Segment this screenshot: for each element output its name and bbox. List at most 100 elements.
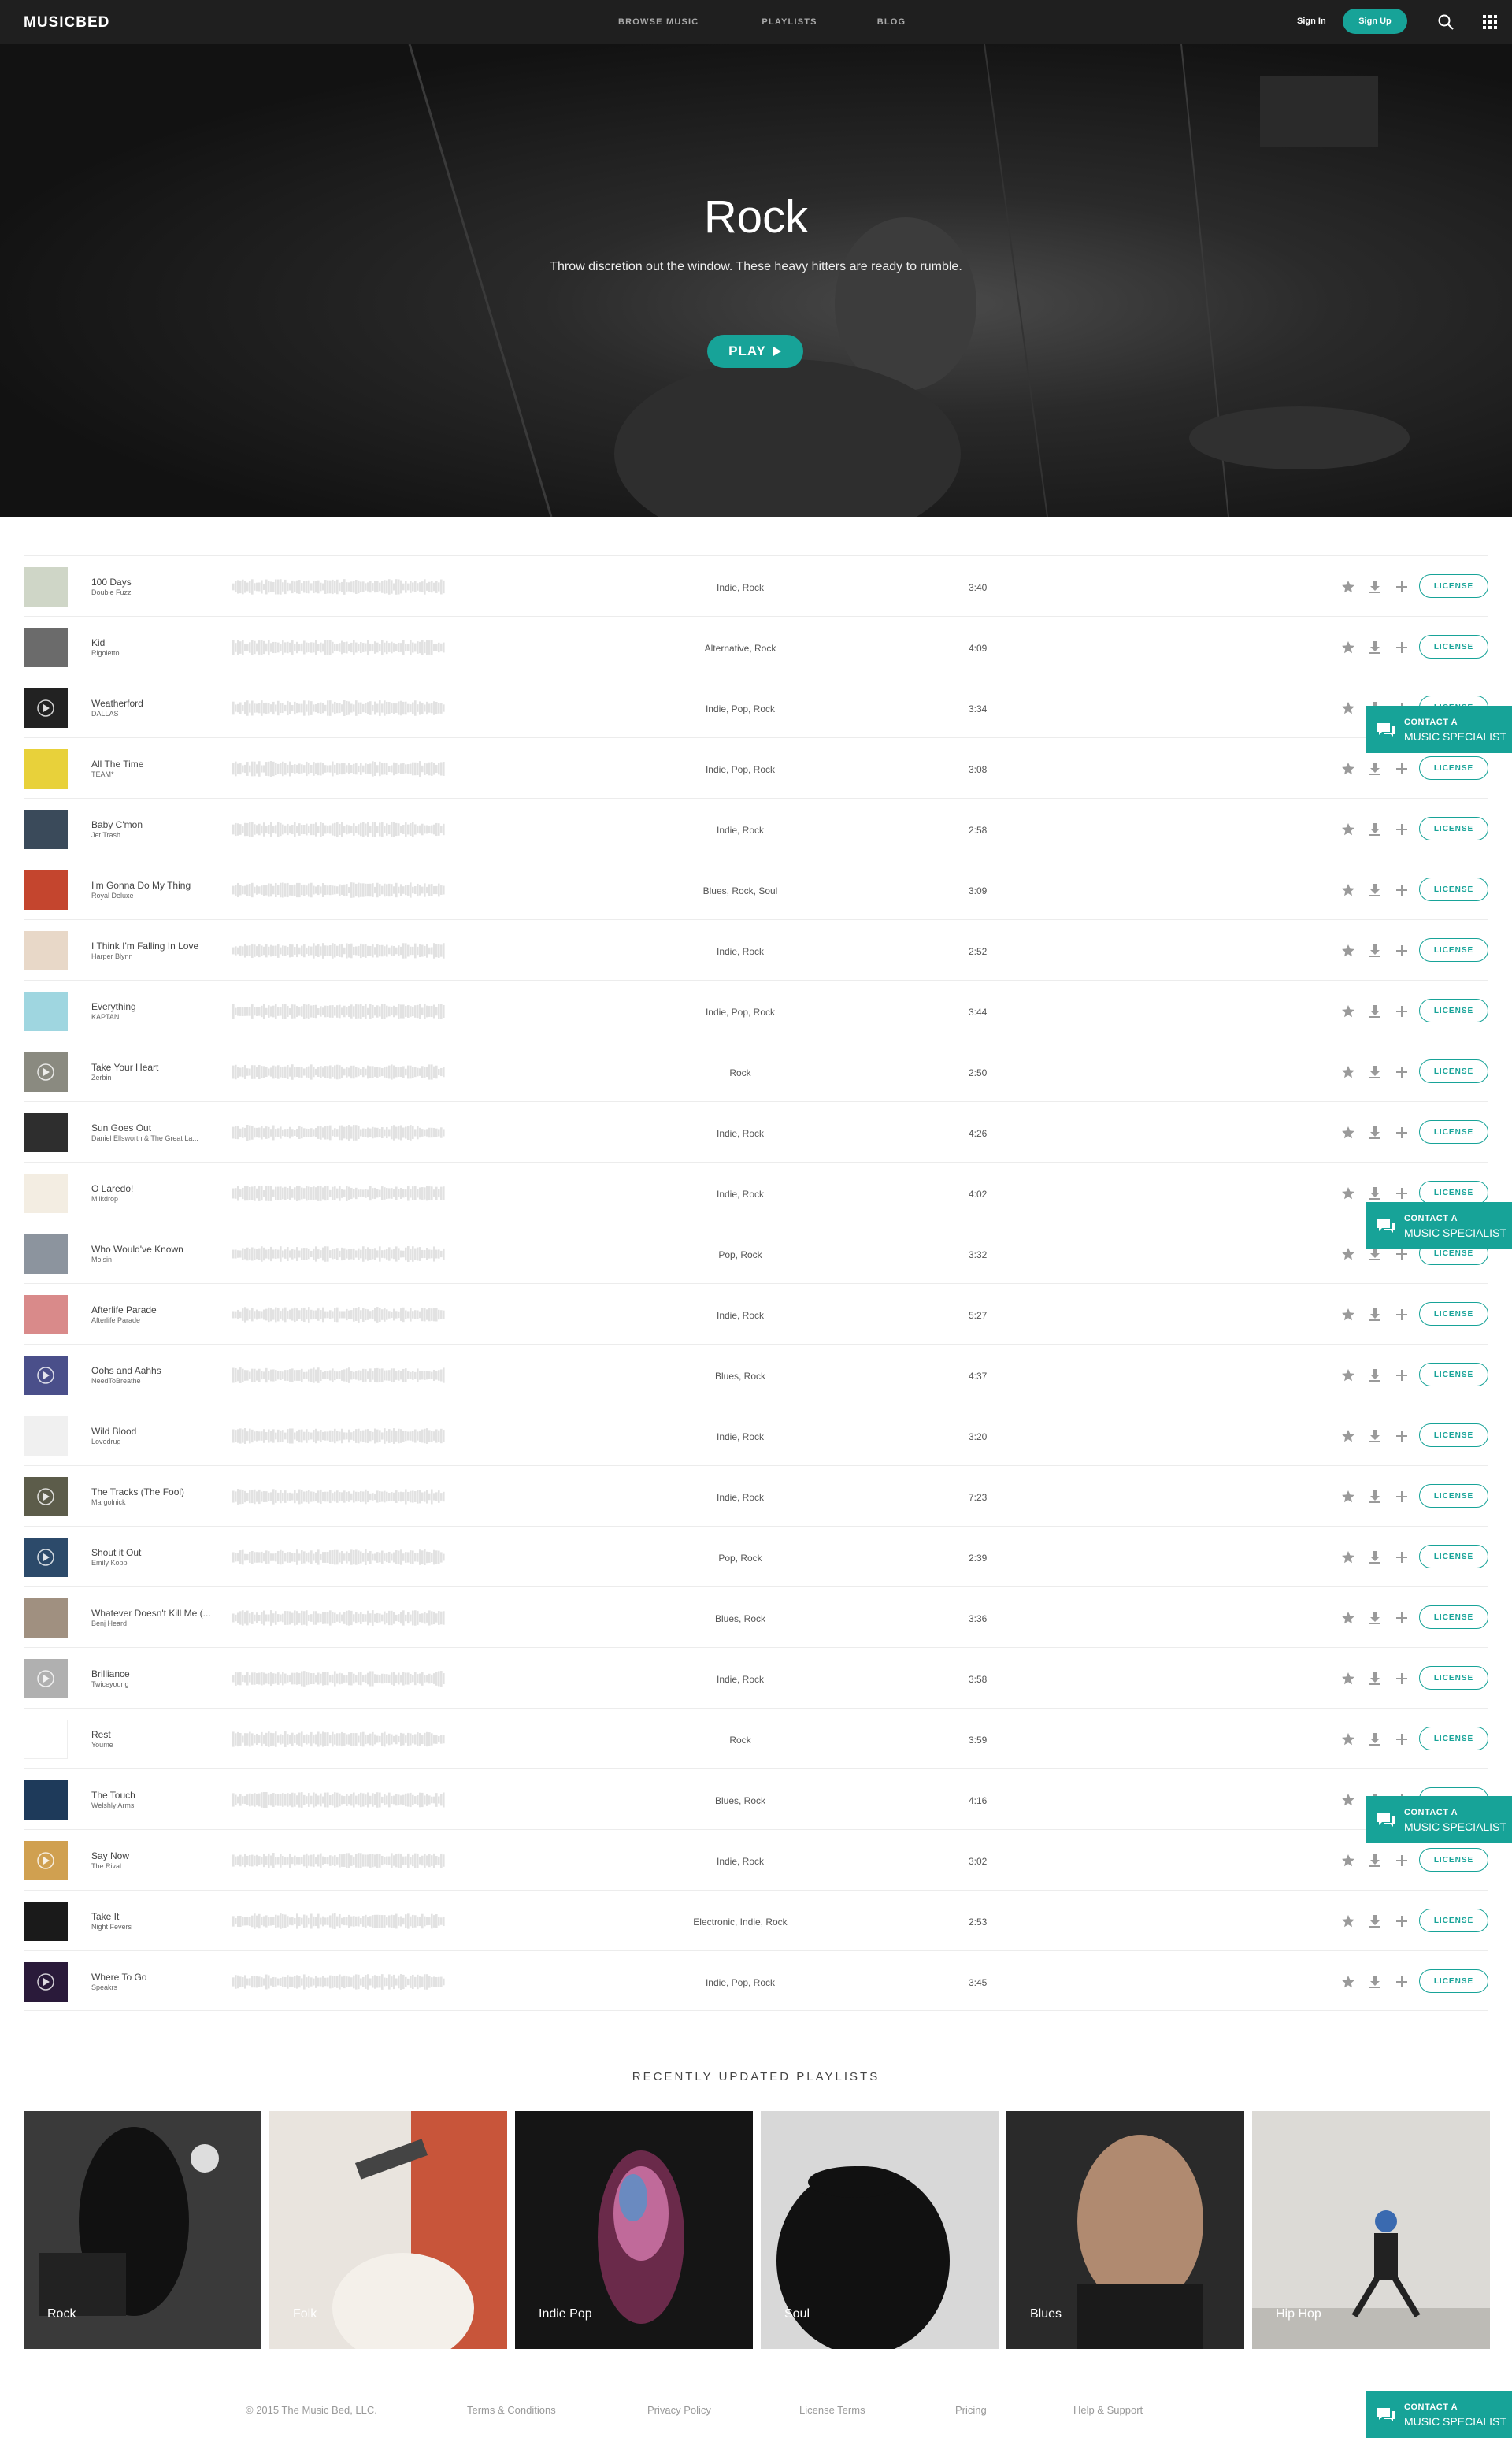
track-title[interactable]: All The Time	[91, 759, 249, 770]
track-row[interactable]: Sun Goes Out Daniel Ellsworth & The Grea…	[24, 1101, 1488, 1162]
nav-playlists[interactable]: PLAYLISTS	[762, 17, 817, 27]
nav-blog[interactable]: BLOG	[877, 17, 906, 27]
license-button[interactable]: LICENSE	[1419, 1666, 1488, 1690]
waveform[interactable]	[232, 1670, 445, 1687]
track-artist[interactable]: The Rival	[91, 1862, 249, 1870]
download-icon[interactable]	[1367, 1004, 1383, 1019]
waveform[interactable]	[232, 1488, 445, 1505]
contact-specialist-button[interactable]: CONTACT A MUSIC SPECIALIST	[1366, 706, 1512, 753]
waveform[interactable]	[232, 1852, 445, 1869]
waveform[interactable]	[232, 699, 445, 717]
track-artist[interactable]: Royal Deluxe	[91, 892, 249, 900]
track-title[interactable]: Everything	[91, 1001, 249, 1012]
track-title[interactable]: Kid	[91, 637, 249, 648]
add-icon[interactable]	[1394, 1367, 1410, 1383]
star-icon[interactable]	[1340, 1489, 1356, 1505]
add-icon[interactable]	[1394, 579, 1410, 595]
waveform[interactable]	[232, 1973, 445, 1991]
license-button[interactable]: LICENSE	[1419, 878, 1488, 901]
track-title[interactable]: Baby C'mon	[91, 819, 249, 830]
add-icon[interactable]	[1394, 1064, 1410, 1080]
waveform[interactable]	[232, 1124, 445, 1141]
waveform[interactable]	[232, 1245, 445, 1263]
download-icon[interactable]	[1367, 1671, 1383, 1687]
license-button[interactable]: LICENSE	[1419, 1120, 1488, 1144]
track-title[interactable]: The Touch	[91, 1790, 249, 1801]
album-art[interactable]	[24, 1113, 68, 1152]
play-all-button[interactable]: PLAY	[707, 335, 803, 368]
add-icon[interactable]	[1394, 1610, 1410, 1626]
contact-specialist-button[interactable]: CONTACT A MUSIC SPECIALIST	[1366, 1202, 1512, 1249]
star-icon[interactable]	[1340, 1671, 1356, 1687]
download-icon[interactable]	[1367, 640, 1383, 655]
add-icon[interactable]	[1394, 1004, 1410, 1019]
track-artist[interactable]: Moisin	[91, 1256, 249, 1264]
track-artist[interactable]: Welshly Arms	[91, 1802, 249, 1809]
track-artist[interactable]: Daniel Ellsworth & The Great La...	[91, 1134, 249, 1142]
track-row[interactable]: The Touch Welshly Arms Blues, Rock 4:16 …	[24, 1768, 1488, 1829]
license-button[interactable]: LICENSE	[1419, 938, 1488, 962]
star-icon[interactable]	[1340, 1186, 1356, 1201]
license-button[interactable]: LICENSE	[1419, 1848, 1488, 1872]
track-title[interactable]: The Tracks (The Fool)	[91, 1486, 249, 1497]
add-icon[interactable]	[1394, 640, 1410, 655]
track-artist[interactable]: Speakrs	[91, 1983, 249, 1991]
track-row[interactable]: Afterlife Parade Afterlife Parade Indie,…	[24, 1283, 1488, 1344]
album-art[interactable]	[24, 931, 68, 970]
playlist-card[interactable]: Blues	[1006, 2111, 1244, 2349]
waveform[interactable]	[232, 1367, 445, 1384]
star-icon[interactable]	[1340, 1913, 1356, 1929]
download-icon[interactable]	[1367, 882, 1383, 898]
track-title[interactable]: Say Now	[91, 1850, 249, 1861]
track-title[interactable]: Who Would've Known	[91, 1244, 249, 1255]
license-button[interactable]: LICENSE	[1419, 1181, 1488, 1204]
star-icon[interactable]	[1340, 1792, 1356, 1808]
star-icon[interactable]	[1340, 1853, 1356, 1868]
license-button[interactable]: LICENSE	[1419, 574, 1488, 598]
download-icon[interactable]	[1367, 943, 1383, 959]
track-artist[interactable]: KAPTAN	[91, 1013, 249, 1021]
track-artist[interactable]: Youme	[91, 1741, 249, 1749]
waveform[interactable]	[232, 578, 445, 596]
track-row[interactable]: Kid Rigoletto Alternative, Rock 4:09 LIC…	[24, 616, 1488, 677]
album-art[interactable]	[24, 1720, 68, 1759]
star-icon[interactable]	[1340, 882, 1356, 898]
waveform[interactable]	[232, 881, 445, 899]
track-title[interactable]: Where To Go	[91, 1972, 249, 1983]
waveform[interactable]	[232, 1549, 445, 1566]
track-artist[interactable]: DALLAS	[91, 710, 249, 718]
waveform[interactable]	[232, 639, 445, 656]
album-art[interactable]	[24, 992, 68, 1031]
track-title[interactable]: Whatever Doesn't Kill Me (...	[91, 1608, 249, 1619]
album-art[interactable]	[24, 1538, 68, 1577]
add-icon[interactable]	[1394, 1913, 1410, 1929]
add-icon[interactable]	[1394, 1974, 1410, 1990]
star-icon[interactable]	[1340, 1367, 1356, 1383]
license-button[interactable]: LICENSE	[1419, 1484, 1488, 1508]
track-row[interactable]: Brilliance Twiceyoung Indie, Rock 3:58 L…	[24, 1647, 1488, 1708]
waveform[interactable]	[232, 1063, 445, 1081]
playlist-card[interactable]: Rock	[24, 2111, 261, 2349]
license-button[interactable]: LICENSE	[1419, 756, 1488, 780]
playlist-card[interactable]: Soul	[761, 2111, 999, 2349]
album-art[interactable]	[24, 870, 68, 910]
download-icon[interactable]	[1367, 1307, 1383, 1323]
add-icon[interactable]	[1394, 822, 1410, 837]
license-button[interactable]: LICENSE	[1419, 1605, 1488, 1629]
add-icon[interactable]	[1394, 1489, 1410, 1505]
waveform[interactable]	[232, 1003, 445, 1020]
track-title[interactable]: 100 Days	[91, 577, 249, 588]
license-button[interactable]: LICENSE	[1419, 1909, 1488, 1932]
track-title[interactable]: I Think I'm Falling In Love	[91, 941, 249, 952]
star-icon[interactable]	[1340, 700, 1356, 716]
track-artist[interactable]: TEAM*	[91, 770, 249, 778]
download-icon[interactable]	[1367, 1064, 1383, 1080]
track-artist[interactable]: Jet Trash	[91, 831, 249, 839]
download-icon[interactable]	[1367, 1853, 1383, 1868]
album-art[interactable]	[24, 1902, 68, 1941]
star-icon[interactable]	[1340, 822, 1356, 837]
waveform[interactable]	[232, 1731, 445, 1748]
waveform[interactable]	[232, 1427, 445, 1445]
add-icon[interactable]	[1394, 1125, 1410, 1141]
footer-link-privacy[interactable]: Privacy Policy	[647, 2404, 711, 2416]
